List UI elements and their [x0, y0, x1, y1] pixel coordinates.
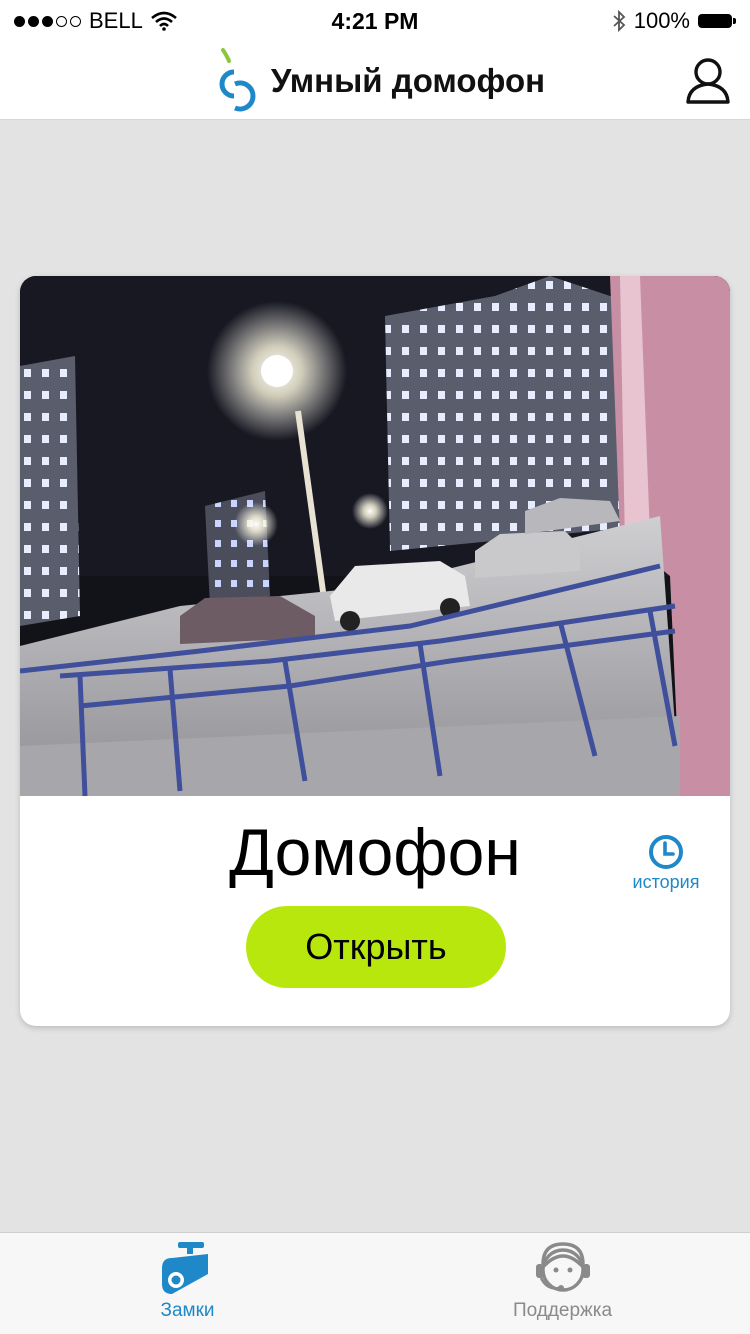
tab-locks[interactable]: Замки: [0, 1233, 375, 1334]
wifi-icon: [150, 11, 177, 31]
history-button[interactable]: история: [624, 834, 708, 893]
camera-feed[interactable]: [20, 276, 730, 796]
history-label: история: [632, 872, 700, 892]
battery-icon: [698, 14, 736, 28]
status-right: 100%: [612, 8, 736, 34]
signal-strength-icon: [14, 15, 81, 27]
app-title: Умный домофон: [270, 61, 546, 99]
status-bar: BELL 4:21 PM 100%: [0, 0, 750, 42]
support-agent-icon: [535, 1242, 590, 1292]
tab-locks-label: Замки: [160, 1300, 215, 1321]
nav-bar: Умный домофон: [0, 42, 750, 120]
brand-logo: [219, 47, 256, 111]
brand: Умный домофон: [205, 47, 546, 114]
battery-percent: 100%: [633, 8, 690, 33]
intercom-card: Домофон история Открыть: [20, 276, 730, 1026]
bluetooth-icon: [613, 10, 626, 32]
clock-icon: [649, 835, 683, 869]
tab-support-label: Поддержка: [512, 1300, 613, 1321]
tab-support[interactable]: Поддержка: [375, 1233, 750, 1334]
user-icon[interactable]: [684, 56, 732, 106]
carrier-name: BELL: [89, 8, 143, 33]
tab-bar: Замки Поддержка: [0, 1232, 750, 1334]
camera-icon: [161, 1242, 208, 1294]
open-door-button[interactable]: Открыть: [246, 906, 506, 988]
status-left: BELL: [14, 8, 177, 34]
